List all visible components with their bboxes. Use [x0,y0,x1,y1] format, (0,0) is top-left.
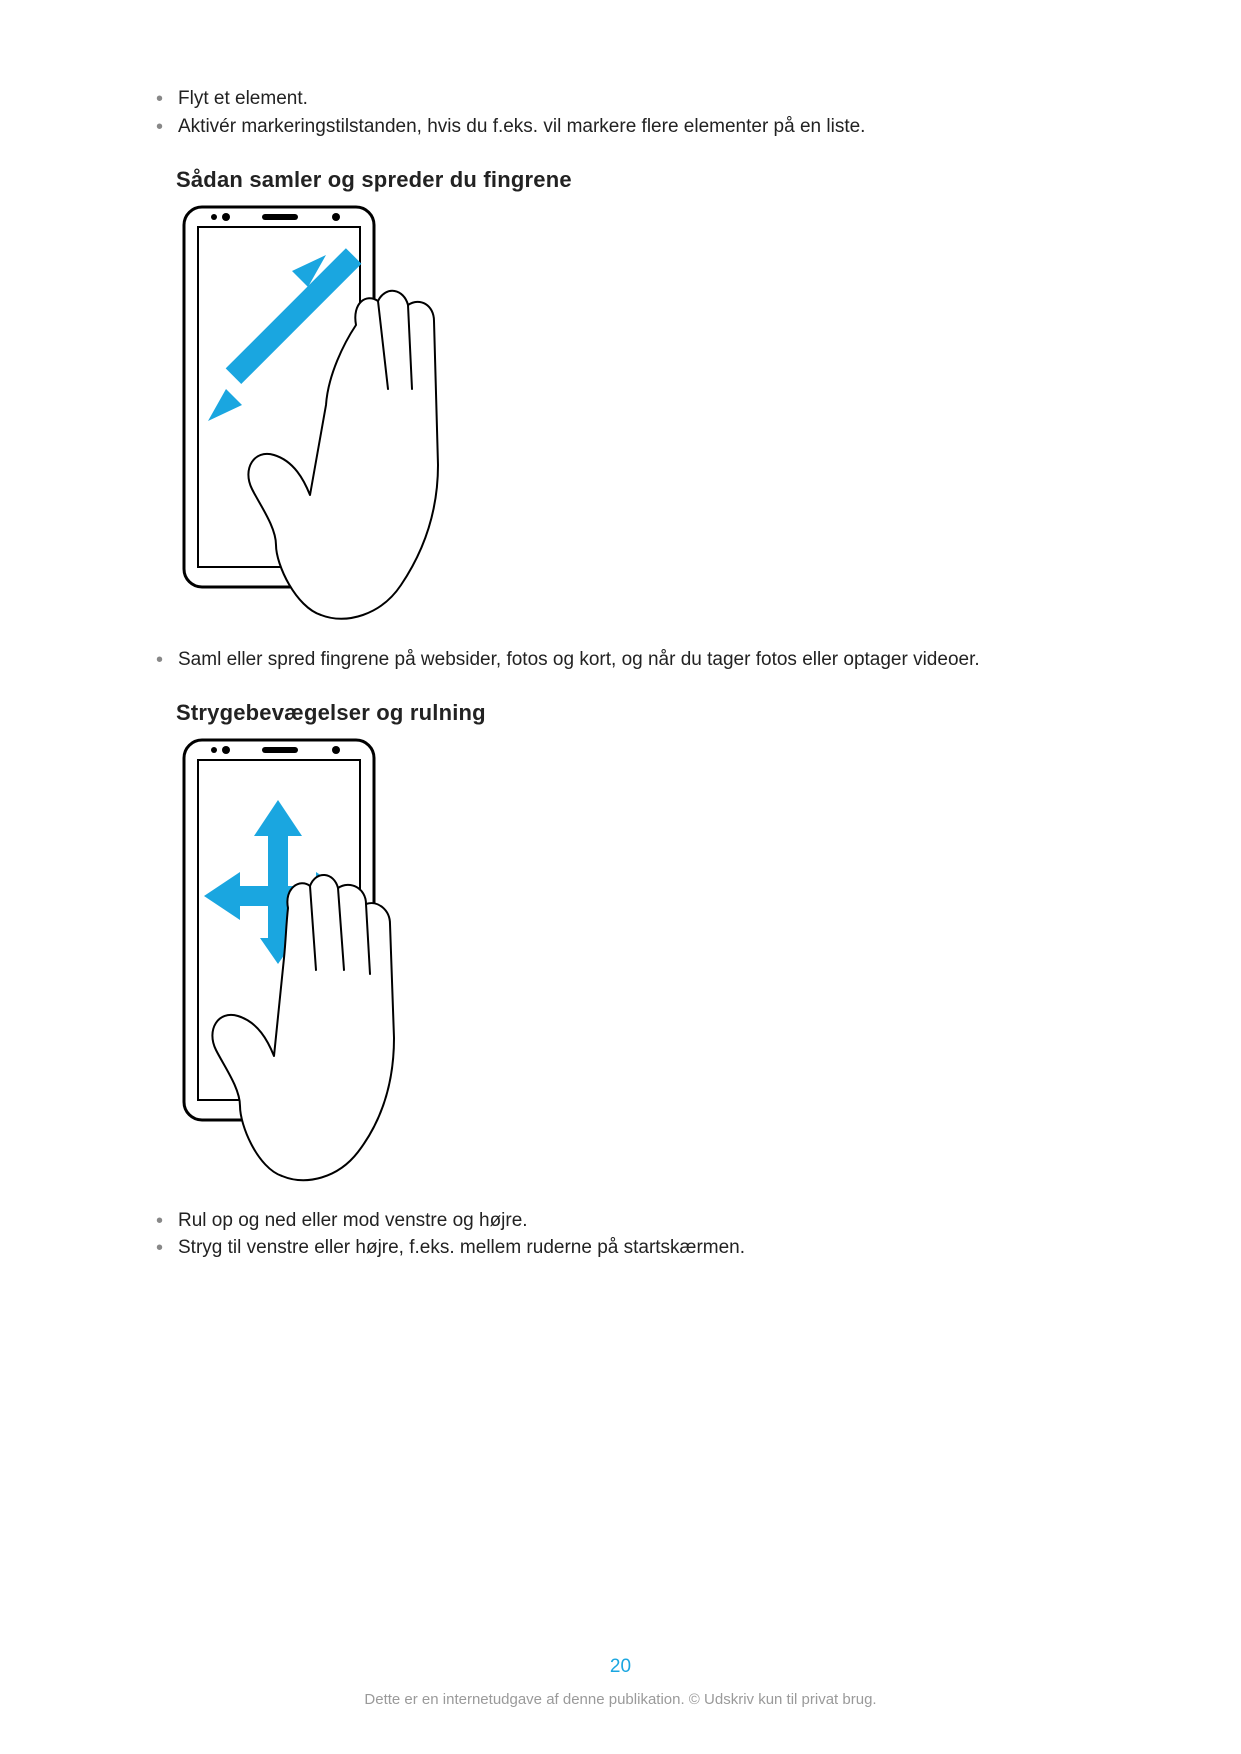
list-item: Saml eller spred fingrene på websider, f… [150,647,1091,673]
list-item-text: Stryg til venstre eller højre, f.eks. me… [178,1237,745,1258]
list-item: Aktivér markeringstilstanden, hvis du f.… [150,114,1091,140]
list-item-text: Saml eller spred fingrene på websider, f… [178,649,980,670]
document-page: Flyt et element. Aktivér markeringstilst… [0,0,1241,1261]
bullet-list-pinch: Saml eller spred fingrene på websider, f… [150,647,1091,673]
list-item-text: Aktivér markeringstilstanden, hvis du f.… [178,116,865,137]
list-item: Stryg til venstre eller højre, f.eks. me… [150,1235,1091,1261]
page-number: 20 [0,1654,1241,1680]
bullet-list-top: Flyt et element. Aktivér markeringstilst… [150,86,1091,139]
illustration-pinch [176,205,1091,633]
list-item: Flyt et element. [150,86,1091,112]
list-item-text: Rul op og ned eller mod venstre og højre… [178,1210,528,1231]
pinch-gesture-icon [176,205,496,625]
list-item-text: Flyt et element. [178,88,308,109]
list-item: Rul op og ned eller mod venstre og højre… [150,1208,1091,1234]
illustration-swipe [176,738,1091,1194]
footer-note: Dette er en internetudgave af denne publ… [0,1690,1241,1710]
section-heading-pinch: Sådan samler og spreder du fingrene [176,165,1091,195]
swipe-gesture-icon [176,738,496,1186]
bullet-list-swipe: Rul op og ned eller mod venstre og højre… [150,1208,1091,1261]
section-heading-swipe: Strygebevægelser og rulning [176,698,1091,728]
